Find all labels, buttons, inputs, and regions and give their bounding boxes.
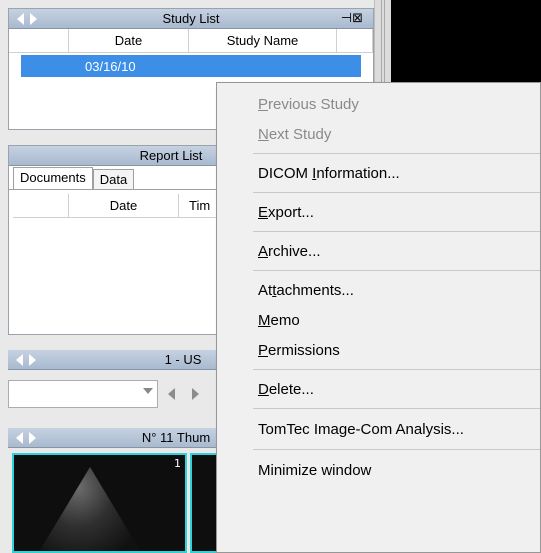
column-header-study-name[interactable]: Study Name [189, 29, 337, 52]
menu-separator [217, 188, 540, 197]
label: rchive... [268, 242, 321, 260]
accel: A [258, 242, 269, 260]
column-header-spacer [337, 29, 373, 52]
menu-item-minimize-window[interactable]: Minimize window [217, 454, 540, 486]
accel: P [258, 341, 269, 359]
menu-item-tomtec-analysis[interactable]: TomTec Image-Com Analysis... [217, 413, 540, 445]
label: Minimize window [258, 461, 372, 479]
series-combo[interactable] [8, 380, 158, 408]
accel: N [258, 125, 269, 143]
menu-item-permissions[interactable]: Permissions [217, 335, 540, 365]
menu-item-archive[interactable]: Archive... [217, 236, 540, 266]
label: TomTec Image-Com Analysis... [258, 420, 464, 438]
menu-separator [217, 404, 540, 413]
menu-separator [217, 365, 540, 374]
label: xport... [268, 203, 314, 221]
menu-separator [217, 445, 540, 454]
accel: E [258, 203, 269, 221]
label: nformation... [316, 164, 400, 182]
study-row-date: 03/16/10 [85, 58, 136, 74]
series-prev-icon[interactable] [168, 388, 175, 400]
menu-separator [217, 227, 540, 236]
accel: M [258, 311, 271, 329]
tab-documents[interactable]: Documents [13, 167, 93, 189]
label-pre: At [258, 281, 273, 299]
pin-icon[interactable]: ⊣⊠ [341, 11, 363, 26]
menu-item-dicom-information[interactable]: DICOM Information... [217, 158, 540, 188]
thumbnail-index: 1 [174, 457, 181, 470]
menu-item-export[interactable]: Export... [217, 197, 540, 227]
label: revious Study [268, 95, 359, 113]
row-indicator-header [13, 194, 69, 217]
menu-separator [217, 266, 540, 275]
label: elete... [268, 380, 314, 398]
menu-separator [217, 149, 540, 158]
chevron-down-icon [143, 388, 153, 394]
label: ermissions [268, 341, 340, 359]
menu-item-next-study[interactable]: Next Study [217, 119, 540, 149]
context-menu: Previous Study Next Study DICOM Informat… [216, 82, 541, 553]
label: achments... [276, 281, 354, 299]
accel: P [258, 95, 269, 113]
label-pre: DICOM [258, 164, 313, 182]
series-next-icon[interactable] [192, 388, 199, 400]
accel: D [258, 380, 269, 398]
menu-item-memo[interactable]: Memo [217, 305, 540, 335]
label: emo [270, 311, 300, 329]
tab-data[interactable]: Data [92, 169, 135, 189]
label: ext Study [268, 125, 332, 143]
study-list-title: Study List [162, 11, 220, 26]
ultrasound-thumbnail[interactable]: 1 [12, 453, 187, 553]
study-list-header: Date Study Name [9, 29, 373, 53]
study-list-titlebar: Study List ⊣⊠ [9, 9, 373, 29]
study-row-selected[interactable]: 03/16/10 [21, 55, 361, 77]
column-header-date[interactable]: Date [69, 194, 179, 217]
column-header-date[interactable]: Date [69, 29, 189, 52]
ultrasound-image [30, 467, 150, 551]
menu-item-previous-study[interactable]: Previous Study [217, 89, 540, 119]
menu-item-attachments[interactable]: At t achments... [217, 275, 540, 305]
row-indicator-header [9, 29, 69, 52]
menu-item-delete[interactable]: Delete... [217, 374, 540, 404]
